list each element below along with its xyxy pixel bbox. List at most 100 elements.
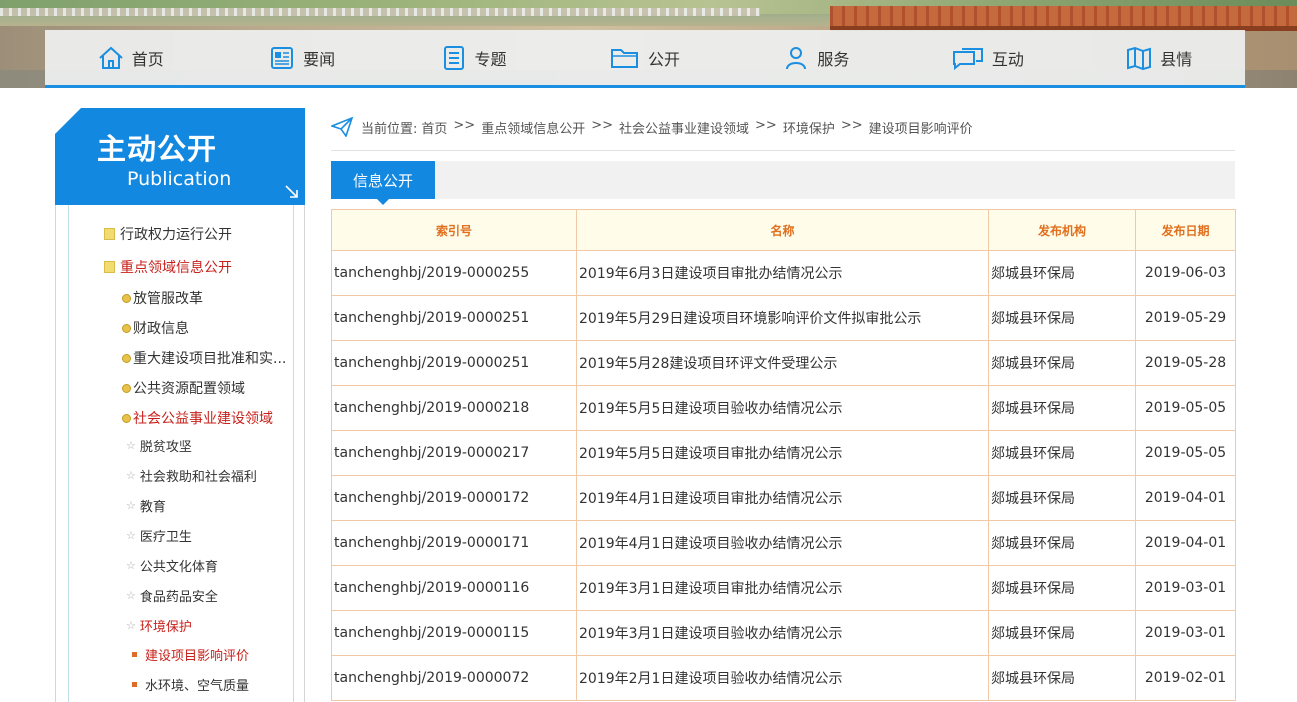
- sidebar-item-food-drug[interactable]: ☆ 食品药品安全: [126, 586, 218, 605]
- nav-label: 公开: [647, 49, 680, 69]
- nav-label: 专题: [474, 49, 507, 69]
- cell-title[interactable]: 2019年5月28建设项目环评文件受理公示: [576, 340, 989, 386]
- cell-date: 2019-05-05: [1135, 430, 1236, 476]
- home-icon: [99, 46, 123, 69]
- cell-index: tanchenghbj/2019-0000172: [331, 475, 577, 521]
- cell-publisher: 郯城县环保局: [988, 340, 1136, 386]
- newspaper-icon: [271, 46, 294, 69]
- cell-date: 2019-04-01: [1135, 475, 1236, 521]
- star-icon: ☆: [126, 559, 136, 572]
- nav-county[interactable]: 县情: [1074, 30, 1245, 85]
- table-row[interactable]: tanchenghbj/2019-0000171 2019年4月1日建设项目验收办…: [331, 520, 1236, 566]
- paper-plane-icon: [331, 117, 353, 137]
- sidebar-item-label: 放管服改革: [133, 291, 203, 307]
- sidebar-item-water-air[interactable]: 水环境、空气质量: [132, 675, 249, 694]
- sidebar-item-label: 教育: [139, 500, 166, 515]
- cell-title[interactable]: 2019年4月1日建设项目验收办结情况公示: [576, 520, 989, 566]
- header-index: 索引号: [331, 209, 577, 251]
- sidebar-item-admin-power[interactable]: 行政权力运行公开: [104, 224, 232, 244]
- table-row[interactable]: tanchenghbj/2019-0000218 2019年5月5日建设项目验收办…: [331, 385, 1236, 431]
- sidebar-item-medical[interactable]: ☆ 医疗卫生: [126, 526, 192, 545]
- sidebar-header: 主动公开 Publication: [55, 108, 305, 205]
- bullet-icon: [122, 293, 131, 303]
- cell-index: tanchenghbj/2019-0000251: [331, 295, 577, 341]
- nav-topics[interactable]: 专题: [388, 30, 559, 85]
- document-icon: [443, 45, 464, 70]
- sidebar-title: 主动公开: [97, 132, 218, 166]
- sidebar-item-project-eia[interactable]: 建设项目影响评价: [132, 645, 249, 664]
- nav-service[interactable]: 服务: [731, 30, 902, 85]
- cell-index: tanchenghbj/2019-0000251: [331, 340, 577, 386]
- cell-publisher: 郯城县环保局: [988, 250, 1136, 296]
- table-row[interactable]: tanchenghbj/2019-0000217 2019年5月5日建设项目审批办…: [331, 430, 1236, 476]
- sidebar-item-education[interactable]: ☆ 教育: [126, 496, 166, 515]
- sidebar-subtitle: Publication: [127, 168, 232, 190]
- cell-date: 2019-03-01: [1135, 610, 1236, 656]
- tab-info-public[interactable]: 信息公开: [331, 161, 435, 205]
- cell-index: tanchenghbj/2019-0000218: [331, 385, 577, 431]
- sidebar-item-label: 水环境、空气质量: [145, 679, 250, 694]
- sidebar-item-label: 财政信息: [133, 321, 189, 337]
- breadcrumb-current[interactable]: 建设项目影响评价: [869, 118, 973, 137]
- main-nav: 首页 要闻 专题 公开 服务 互动 县情: [45, 30, 1245, 85]
- star-icon: ☆: [126, 529, 136, 542]
- sidebar-item-label: 社会救助和社会福利: [139, 470, 257, 485]
- cell-date: 2019-05-05: [1135, 385, 1236, 431]
- table-row[interactable]: tanchenghbj/2019-0000255 2019年6月3日建设项目审批办…: [331, 250, 1236, 296]
- sidebar-item-key-areas[interactable]: 重点领域信息公开: [104, 257, 232, 277]
- cell-title[interactable]: 2019年3月1日建设项目验收办结情况公示: [576, 610, 989, 656]
- cell-title[interactable]: 2019年5月29日建设项目环境影响评价文件拟审批公示: [576, 295, 989, 341]
- folder-square-icon: [104, 261, 115, 273]
- sidebar-item-social-aid[interactable]: ☆ 社会救助和社会福利: [126, 466, 257, 485]
- cell-title[interactable]: 2019年5月5日建设项目验收办结情况公示: [576, 385, 989, 431]
- table-row[interactable]: tanchenghbj/2019-0000115 2019年3月1日建设项目验收办…: [331, 610, 1236, 656]
- breadcrumb-link[interactable]: 环境保护: [783, 118, 835, 137]
- sidebar-item-environment[interactable]: ☆ 环境保护: [126, 616, 192, 635]
- nav-public[interactable]: 公开: [559, 30, 730, 85]
- sidebar-menu: 行政权力运行公开 重点领域信息公开 放管服改革 财政信息 重大建设项目批准和实.…: [55, 205, 305, 702]
- sidebar-item-reform[interactable]: 放管服改革: [122, 288, 203, 308]
- cell-date: 2019-02-01: [1135, 655, 1236, 701]
- cell-date: 2019-04-01: [1135, 520, 1236, 566]
- cell-date: 2019-03-01: [1135, 565, 1236, 611]
- sidebar-item-label: 医疗卫生: [139, 530, 192, 545]
- breadcrumb-link[interactable]: 社会公益事业建设领域: [619, 118, 749, 137]
- sidebar-item-poverty[interactable]: ☆ 脱贫攻坚: [126, 436, 192, 455]
- sidebar-item-finance[interactable]: 财政信息: [122, 318, 189, 338]
- nav-home[interactable]: 首页: [45, 30, 216, 85]
- nav-news[interactable]: 要闻: [216, 30, 387, 85]
- bullet-icon: [122, 323, 131, 333]
- cell-title[interactable]: 2019年2月1日建设项目验收办结情况公示: [576, 655, 989, 701]
- cell-title[interactable]: 2019年4月1日建设项目审批办结情况公示: [576, 475, 989, 521]
- table-row[interactable]: tanchenghbj/2019-0000072 2019年2月1日建设项目验收办…: [331, 655, 1236, 701]
- square-bullet-icon: [132, 682, 137, 687]
- table-row[interactable]: tanchenghbj/2019-0000116 2019年3月1日建设项目审批办…: [331, 565, 1236, 611]
- table-row[interactable]: tanchenghbj/2019-0000251 2019年5月29日建设项目环境…: [331, 295, 1236, 341]
- header-name: 名称: [576, 209, 989, 251]
- sidebar-item-culture-sports[interactable]: ☆ 公共文化体育: [126, 556, 218, 575]
- map-icon: [1127, 46, 1152, 70]
- cell-publisher: 郯城县环保局: [988, 385, 1136, 431]
- sidebar-item-label: 行政权力运行公开: [120, 227, 232, 243]
- cell-publisher: 郯城县环保局: [988, 655, 1136, 701]
- table-row[interactable]: tanchenghbj/2019-0000172 2019年4月1日建设项目审批办…: [331, 475, 1236, 521]
- breadcrumb-link[interactable]: 重点领域信息公开: [481, 118, 585, 137]
- cell-index: tanchenghbj/2019-0000072: [331, 655, 577, 701]
- cell-title[interactable]: 2019年5月5日建设项目审批办结情况公示: [576, 430, 989, 476]
- chat-icon: [952, 47, 983, 70]
- cell-publisher: 郯城县环保局: [988, 610, 1136, 656]
- sidebar-item-label: 公共资源配置领域: [133, 381, 245, 397]
- cell-title[interactable]: 2019年6月3日建设项目审批办结情况公示: [576, 250, 989, 296]
- table-row[interactable]: tanchenghbj/2019-0000251 2019年5月28建设项目环评文…: [331, 340, 1236, 386]
- sidebar-item-public-resources[interactable]: 公共资源配置领域: [122, 378, 245, 398]
- sidebar-item-label: 建设项目影响评价: [145, 649, 250, 664]
- cell-index: tanchenghbj/2019-0000115: [331, 610, 577, 656]
- breadcrumb-link[interactable]: 首页: [421, 118, 447, 137]
- sidebar-item-public-welfare[interactable]: 社会公益事业建设领域: [122, 408, 273, 428]
- sidebar-item-label: 脱贫攻坚: [139, 440, 192, 455]
- nav-interact[interactable]: 互动: [902, 30, 1073, 85]
- cell-title[interactable]: 2019年3月1日建设项目审批办结情况公示: [576, 565, 989, 611]
- bullet-icon: [122, 353, 131, 363]
- sidebar-item-major-projects[interactable]: 重大建设项目批准和实...: [122, 348, 286, 368]
- square-bullet-icon: [132, 652, 137, 657]
